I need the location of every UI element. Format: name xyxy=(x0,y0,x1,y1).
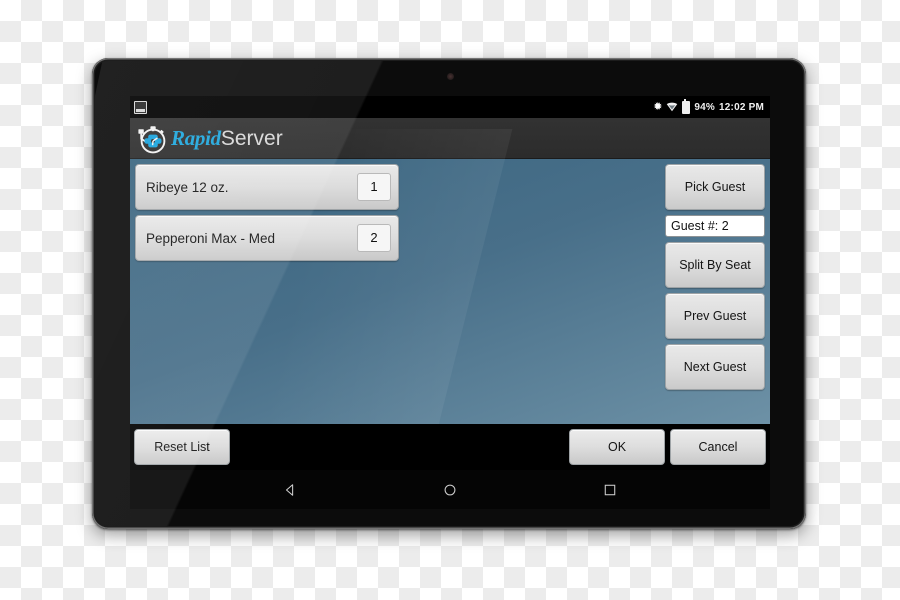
home-circle-icon[interactable] xyxy=(443,483,457,497)
canvas-backdrop: ✹ 94% 12:02 PM RapidServer Ribeye 12 oz.… xyxy=(0,0,900,600)
split-by-seat-button[interactable]: Split By Seat xyxy=(665,242,765,288)
list-item[interactable]: Pepperoni Max - Med 2 xyxy=(135,215,399,261)
prev-guest-button[interactable]: Prev Guest xyxy=(665,293,765,339)
guest-controls-column: Pick Guest Guest #: 2 Split By Seat Prev… xyxy=(665,164,765,419)
android-status-bar: ✹ 94% 12:02 PM xyxy=(130,96,770,118)
app-bar: RapidServer xyxy=(130,118,770,159)
next-guest-button[interactable]: Next Guest xyxy=(665,344,765,390)
pick-guest-button[interactable]: Pick Guest xyxy=(665,164,765,210)
order-items-list[interactable]: Ribeye 12 oz. 1 Pepperoni Max - Med 2 xyxy=(135,164,660,419)
cancel-button[interactable]: Cancel xyxy=(670,429,766,465)
back-triangle-icon[interactable] xyxy=(283,483,297,497)
android-nav-bar xyxy=(130,470,770,509)
battery-icon xyxy=(682,98,691,114)
reset-list-button[interactable]: Reset List xyxy=(134,429,230,465)
recents-square-icon[interactable] xyxy=(603,483,617,497)
rapidserver-stopwatch-logo-icon xyxy=(138,126,166,154)
brand-secondary-label: Server xyxy=(220,126,283,150)
status-clock: 12:02 PM xyxy=(719,101,764,113)
guest-number-input[interactable]: Guest #: 2 xyxy=(665,215,765,237)
item-name: Ribeye 12 oz. xyxy=(146,179,229,195)
tablet-screen: ✹ 94% 12:02 PM RapidServer Ribeye 12 oz.… xyxy=(130,96,770,509)
item-name: Pepperoni Max - Med xyxy=(146,230,276,246)
screenshot-image-icon[interactable] xyxy=(134,100,147,114)
dialog-action-bar: Reset List OK Cancel xyxy=(130,424,770,470)
front-camera-icon xyxy=(447,73,454,80)
wifi-icon xyxy=(667,102,678,112)
brand-primary-label: Rapid xyxy=(171,125,221,150)
list-item[interactable]: Ribeye 12 oz. 1 xyxy=(135,164,399,210)
tablet-device: ✹ 94% 12:02 PM RapidServer Ribeye 12 oz.… xyxy=(92,58,806,529)
ok-button[interactable]: OK xyxy=(569,429,665,465)
item-quantity[interactable]: 2 xyxy=(357,224,391,252)
order-split-content: Ribeye 12 oz. 1 Pepperoni Max - Med 2 Pi… xyxy=(130,129,770,469)
brand-wordmark: RapidServer xyxy=(171,125,283,150)
battery-percent-label: 94% xyxy=(694,101,716,113)
bluetooth-icon: ✹ xyxy=(653,100,663,113)
item-quantity[interactable]: 1 xyxy=(357,173,391,201)
